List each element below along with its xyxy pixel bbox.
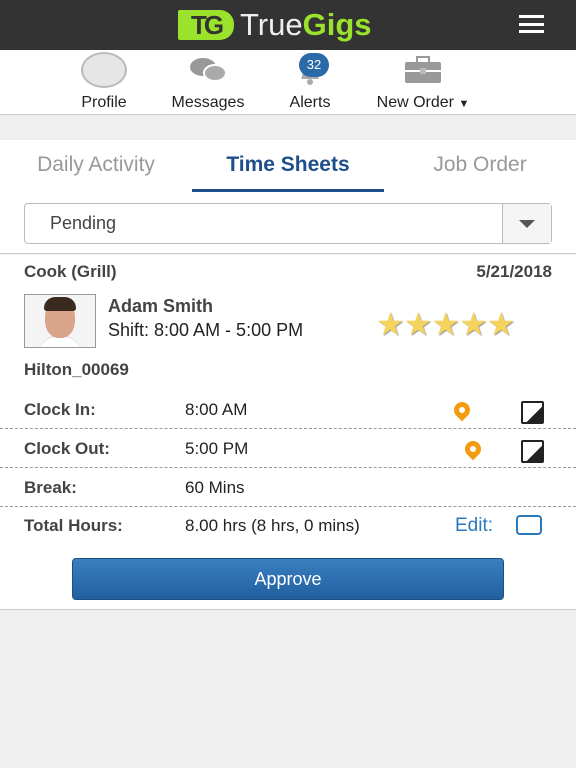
nav-label: Profile [81,94,127,111]
top-nav: Profile Messages 32 Alerts New Order ▼ [0,50,576,115]
nav-new-order[interactable]: New Order ▼ [366,50,480,112]
chat-bubbles-icon [190,58,227,82]
tab-job-order[interactable]: Job Order [384,140,576,192]
photo-icon[interactable] [521,401,544,424]
status-select[interactable]: Pending [24,203,552,244]
clock-in-row: Clock In: 8:00 AM [0,391,576,429]
location-pin-icon[interactable] [450,398,474,422]
truegigs-logo[interactable]: TG True Gigs [178,6,372,44]
row-label: Clock Out: [24,439,110,458]
app-header: TG True Gigs [0,0,576,50]
clock-out-row: Clock Out: 5:00 PM [0,430,576,468]
nav-messages[interactable]: Messages [163,50,253,112]
timesheet-card: Cook (Grill) 5/21/2018 Adam Smith Shift:… [0,255,576,610]
tab-daily-activity[interactable]: Daily Activity [0,140,192,192]
hamburger-icon[interactable] [519,15,544,33]
nav-alerts[interactable]: 32 Alerts [282,50,338,112]
briefcase-icon [405,56,441,83]
nav-label: Alerts [289,94,331,111]
job-title: Cook (Grill) [24,262,117,281]
row-value: 60 Mins [185,478,245,497]
worker-name[interactable]: Adam Smith [108,296,213,317]
approve-button[interactable]: Approve [72,558,504,600]
status-select-value: Pending [50,213,117,233]
tab-bar: Daily Activity Time Sheets Job Order [0,140,576,192]
row-value: 5:00 PM [185,439,249,458]
order-id: Hilton_00069 [24,360,129,379]
shift-time: Shift: 8:00 AM - 5:00 PM [108,320,304,340]
row-value: 8.00 hrs (8 hrs, 0 mins) [185,516,360,535]
photo-icon[interactable] [521,440,544,463]
caret-down-icon: ▼ [458,98,470,110]
location-pin-icon[interactable] [461,437,485,461]
edit-link[interactable]: Edit: [455,515,493,537]
total-hours-row: Total Hours: 8.00 hrs (8 hrs, 0 mins) Ed… [0,507,576,545]
logo-text-gigs: Gigs [302,7,372,42]
row-label: Total Hours: [24,516,123,535]
logo-mark: TG [178,10,234,40]
row-label: Clock In: [24,400,96,419]
nav-profile[interactable]: Profile [74,50,134,112]
worker-photo[interactable] [24,294,96,348]
filter-area: Pending [0,192,576,254]
avatar-icon [81,52,127,88]
tab-time-sheets[interactable]: Time Sheets [192,140,384,192]
nav-label: Messages [171,94,245,111]
timesheet-date: 5/21/2018 [476,262,552,281]
alerts-badge: 32 [299,53,329,77]
break-row: Break: 60 Mins [0,469,576,507]
logo-text-true: True [240,7,303,42]
chevron-down-icon[interactable] [502,204,551,243]
rating-stars: ★★★★★ [376,306,515,342]
edit-icon[interactable] [516,515,542,535]
nav-label: New Order [376,94,454,111]
row-label: Break: [24,478,77,497]
row-value: 8:00 AM [185,400,248,419]
